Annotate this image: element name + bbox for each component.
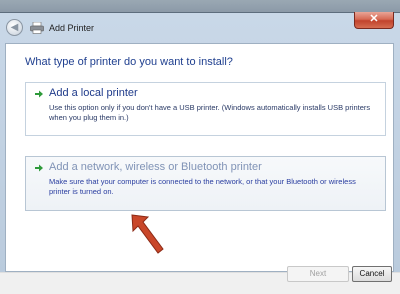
close-button[interactable]: ✕	[354, 12, 394, 29]
page-heading: What type of printer do you want to inst…	[25, 56, 233, 68]
printer-icon	[30, 22, 44, 34]
wizard-content: What type of printer do you want to inst…	[5, 43, 394, 272]
title-bar: ◀ Add Printer	[0, 13, 400, 43]
add-printer-window: ◀ Add Printer ✕ What type of printer do …	[0, 12, 400, 294]
add-local-printer-option[interactable]: Add a local printer Use this option only…	[25, 82, 386, 136]
option-description: Make sure that your computer is connecte…	[49, 177, 356, 196]
option-description: Use this option only if you don't have a…	[49, 103, 371, 122]
next-button[interactable]: Next	[287, 266, 349, 282]
cancel-button[interactable]: Cancel	[352, 266, 392, 282]
back-button[interactable]: ◀	[6, 19, 23, 36]
annotation-arrow	[131, 214, 164, 254]
green-arrow-icon	[35, 164, 43, 172]
window-title: Add Printer	[49, 23, 95, 33]
green-arrow-icon	[35, 90, 43, 98]
option-title: Add a local printer	[49, 87, 138, 99]
add-network-printer-option[interactable]: Add a network, wireless or Bluetooth pri…	[25, 156, 386, 211]
option-title: Add a network, wireless or Bluetooth pri…	[49, 161, 262, 173]
